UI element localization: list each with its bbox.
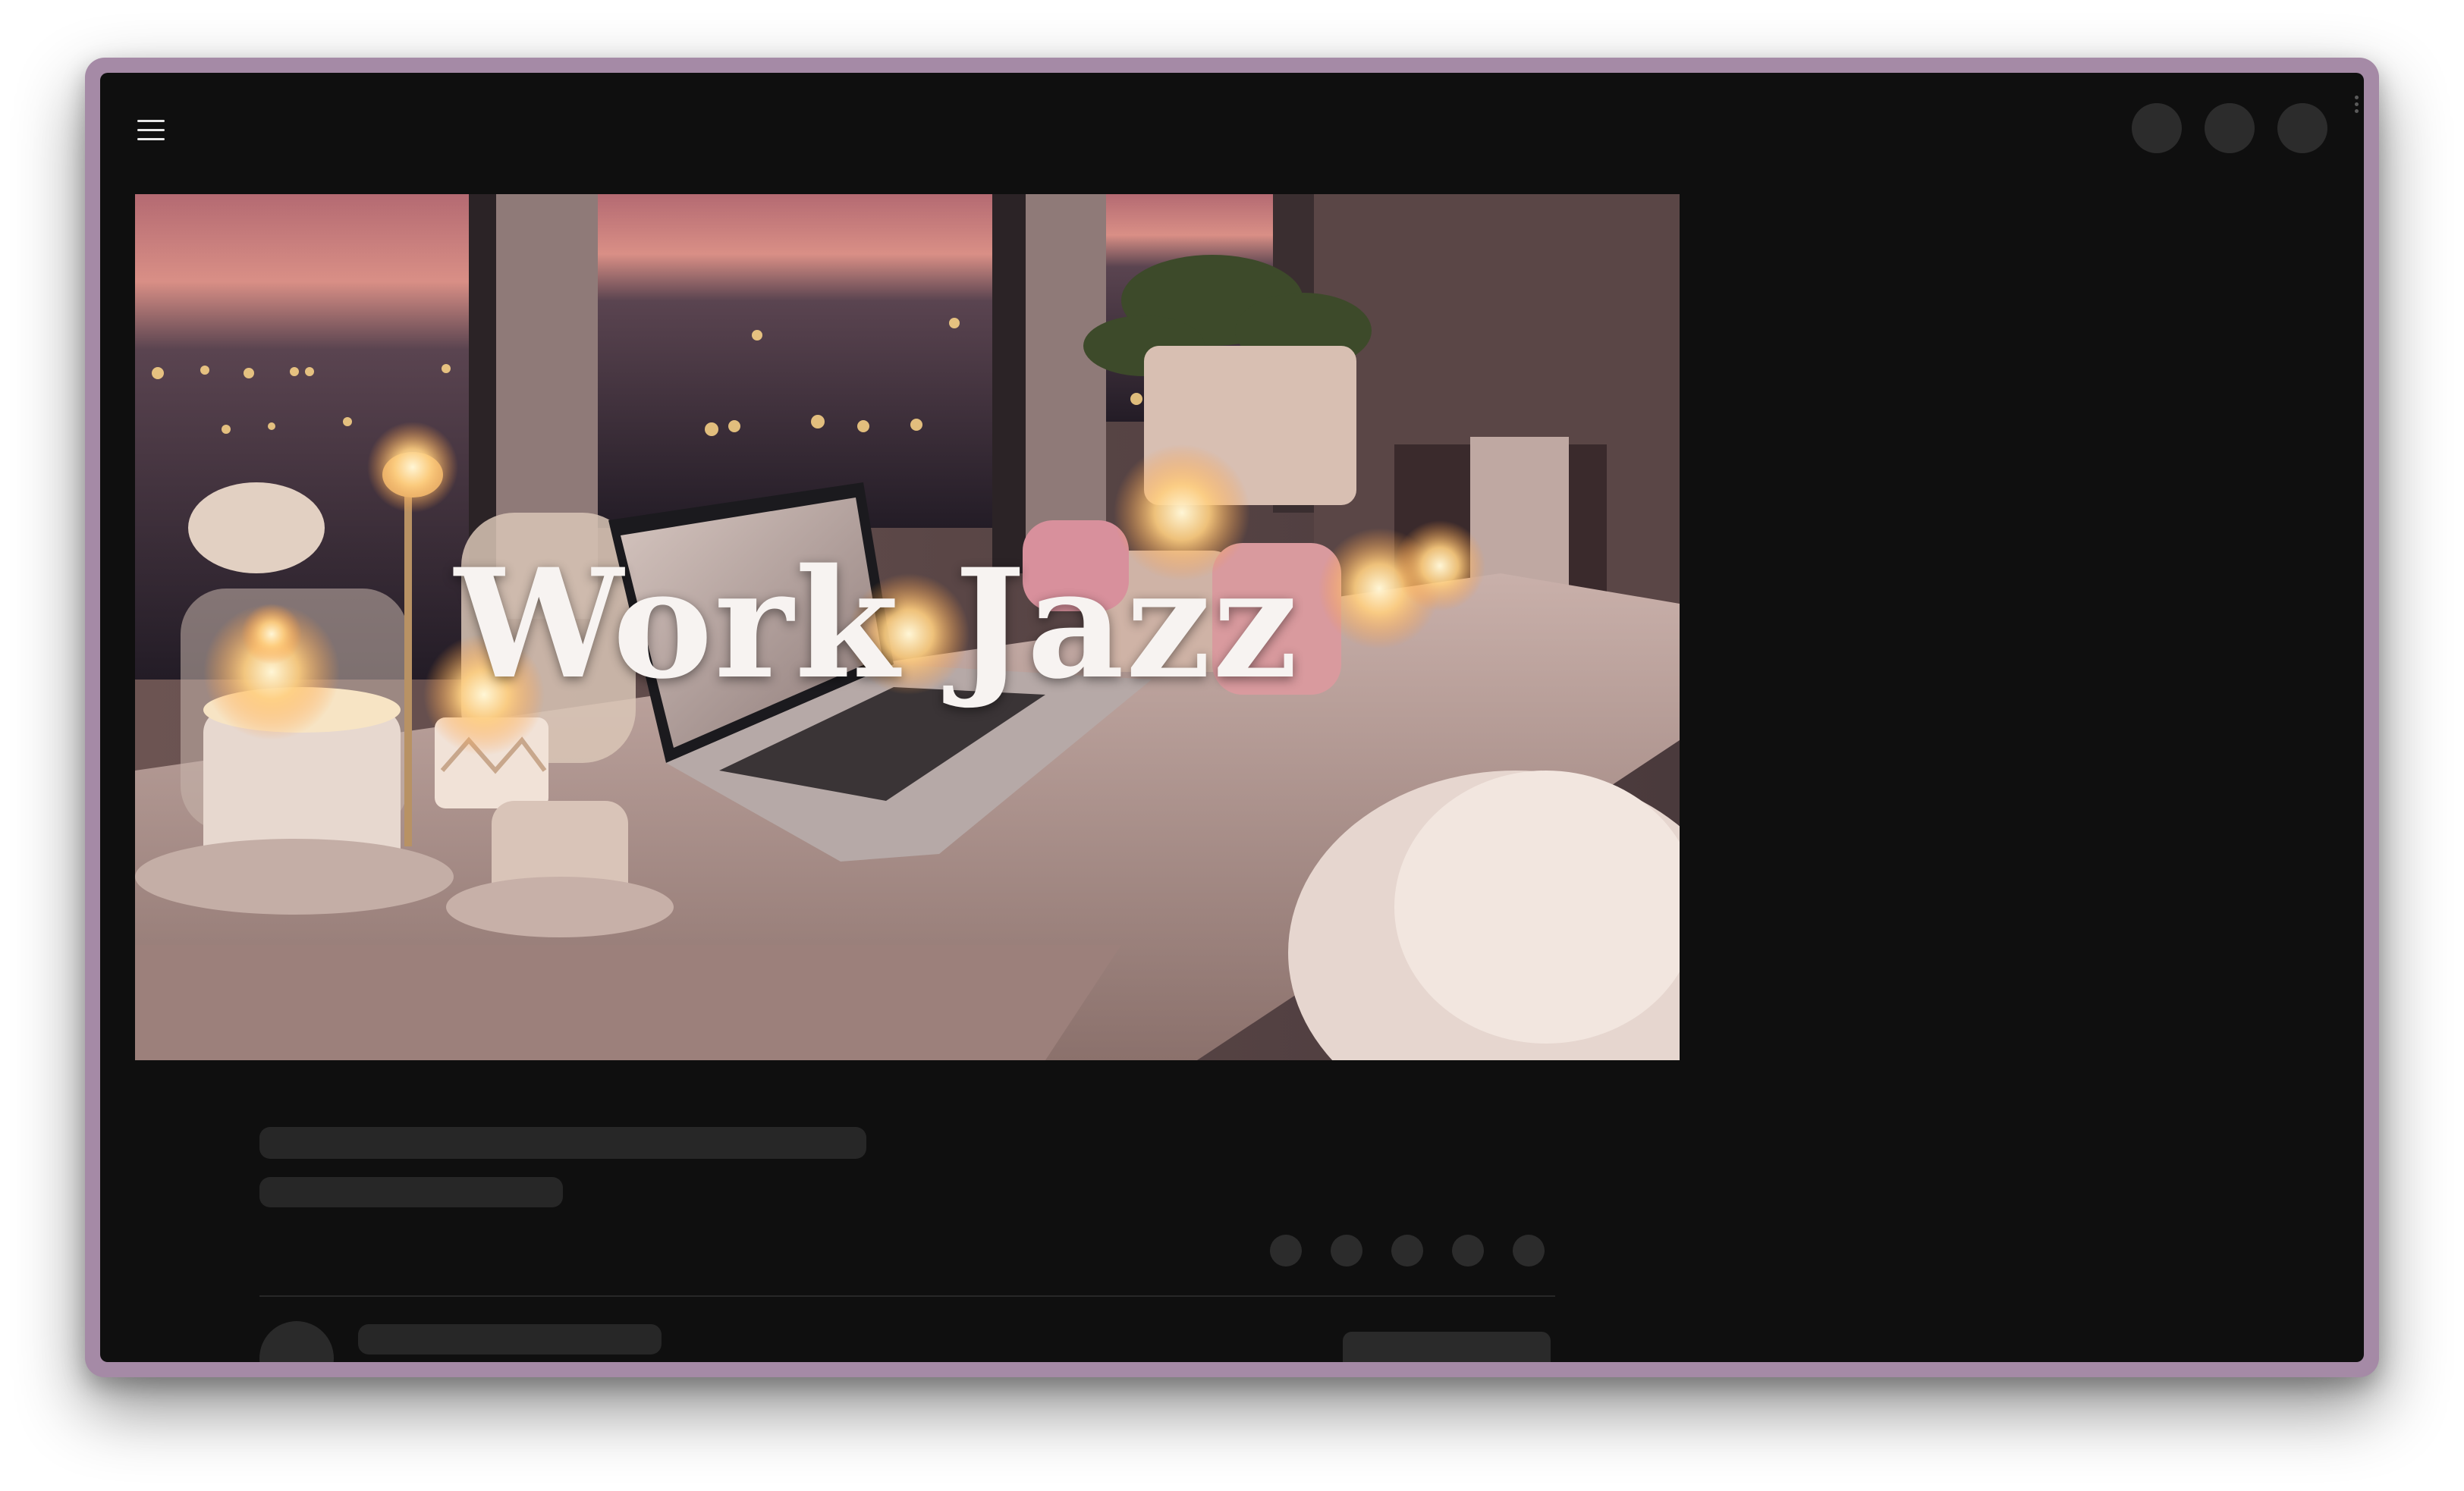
action-button-placeholder-4[interactable]: [1452, 1235, 1484, 1267]
menu-bar: [137, 119, 165, 122]
action-button-placeholder-2[interactable]: [1331, 1235, 1362, 1267]
video-player[interactable]: Work Jazz: [135, 194, 1680, 1060]
action-button-placeholder-5[interactable]: [1513, 1235, 1545, 1267]
action-button-placeholder-3[interactable]: [1391, 1235, 1423, 1267]
content-divider: [259, 1295, 1555, 1297]
avatar-placeholder[interactable]: [2277, 103, 2327, 153]
browser-window: Work Jazz: [85, 58, 2379, 1377]
video-title-skeleton: [259, 1127, 866, 1159]
video-thumbnail-image: [135, 194, 1680, 1060]
video-app: Work Jazz: [100, 73, 2364, 1362]
menu-bar: [137, 137, 165, 140]
menu-bar: [137, 128, 165, 131]
video-meta-skeleton: [259, 1177, 563, 1207]
action-button-placeholder-1[interactable]: [1270, 1235, 1302, 1267]
topbar-placeholder-button-2[interactable]: [2205, 103, 2255, 153]
channel-name-skeleton: [358, 1324, 662, 1354]
menu-icon[interactable]: [134, 112, 168, 147]
topbar-placeholder-button-1[interactable]: [2132, 103, 2182, 153]
channel-avatar-placeholder[interactable]: [259, 1321, 334, 1362]
scrollbar-handle[interactable]: [2355, 96, 2359, 113]
subscribe-button-placeholder[interactable]: [1343, 1332, 1551, 1362]
